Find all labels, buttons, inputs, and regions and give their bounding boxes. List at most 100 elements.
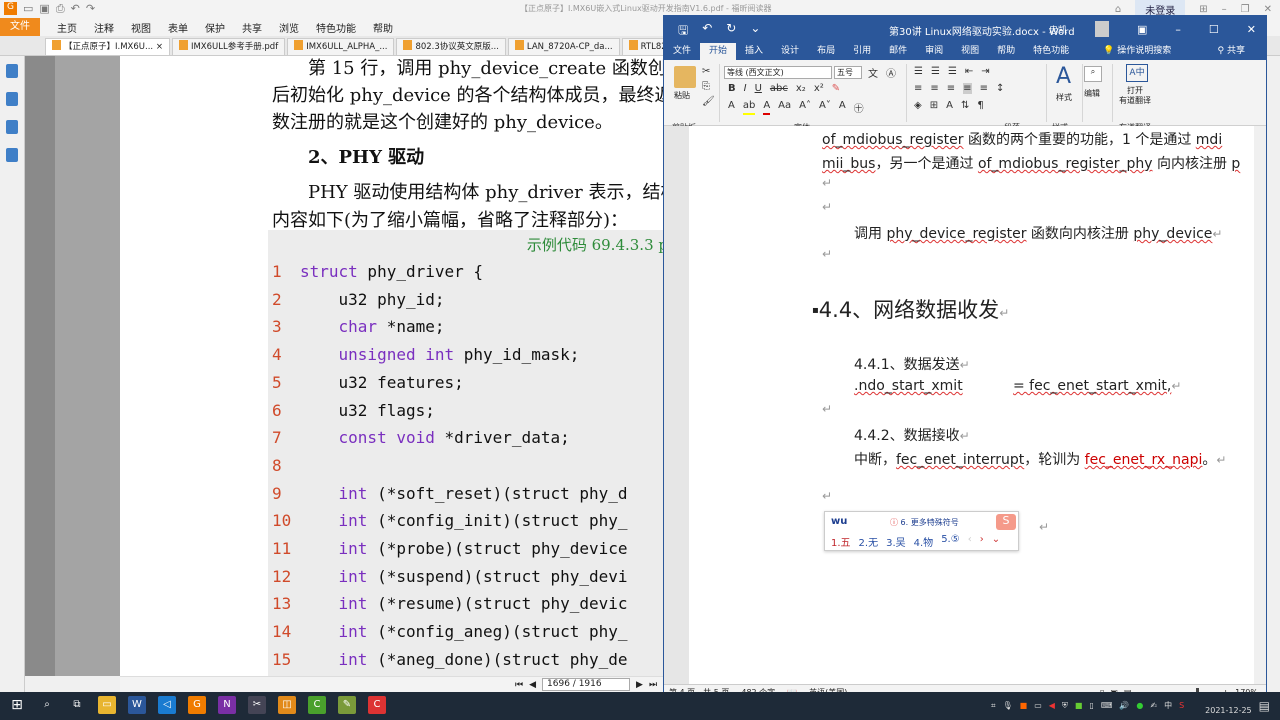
- ime-candidate[interactable]: 3.吴: [886, 534, 906, 549]
- vscode-icon[interactable]: ◁: [158, 696, 176, 714]
- word-page[interactable]: of_mdiobus_register 函数的两个重要的功能，1 个是通过 md…: [689, 126, 1254, 684]
- paste-icon[interactable]: [674, 66, 696, 88]
- snipping-tool-icon[interactable]: ✂: [248, 696, 266, 714]
- onenote-icon[interactable]: N: [218, 696, 236, 714]
- tab-references[interactable]: 引用: [844, 43, 880, 60]
- subscript-button[interactable]: x₂: [796, 83, 806, 94]
- tray-icon[interactable]: ◀: [1049, 701, 1055, 710]
- menu-protect[interactable]: 保护: [205, 20, 225, 35]
- menu-features[interactable]: 特色功能: [316, 20, 356, 35]
- tab-help[interactable]: 帮助: [988, 43, 1024, 60]
- ribbon-display-icon[interactable]: ▣: [1137, 23, 1147, 36]
- share-button[interactable]: ⚲ 共享: [1209, 43, 1254, 60]
- find-icon[interactable]: ⌕: [1084, 66, 1102, 82]
- tab-view[interactable]: 视图: [952, 43, 988, 60]
- justify-icon[interactable]: ≡: [963, 83, 972, 94]
- windows-start-icon[interactable]: ⊞: [8, 696, 26, 714]
- tab-mailings[interactable]: 邮件: [880, 43, 916, 60]
- center-icon[interactable]: ≡: [930, 83, 938, 94]
- menu-view[interactable]: 视图: [131, 20, 151, 35]
- pdf-tab[interactable]: 【正点原子】I.MX6U... ×: [45, 38, 170, 55]
- show-marks-icon[interactable]: ¶: [977, 100, 983, 111]
- restore-button[interactable]: ❐: [1241, 4, 1250, 15]
- minimize-button[interactable]: –: [1175, 23, 1181, 36]
- menu-help[interactable]: 帮助: [373, 20, 393, 35]
- task-view-icon[interactable]: ⧉: [68, 696, 86, 714]
- ime-candidate[interactable]: 4.物: [914, 534, 934, 549]
- styles-button[interactable]: 样式: [1056, 92, 1072, 103]
- maximize-button[interactable]: ☐: [1209, 23, 1219, 36]
- styles-icon[interactable]: A: [1056, 64, 1071, 89]
- change-case-icon[interactable]: Aa: [778, 100, 791, 115]
- vertical-scrollbar[interactable]: [1254, 126, 1266, 684]
- last-page-button[interactable]: ⏭: [649, 680, 657, 690]
- tell-me-search[interactable]: 💡 操作说明搜索: [1094, 43, 1180, 60]
- undo-icon[interactable]: ↶: [71, 2, 80, 16]
- wifi-icon[interactable]: ⌨: [1101, 701, 1113, 710]
- shrink-font-icon[interactable]: A˅: [819, 100, 831, 115]
- prev-page-button[interactable]: ◀: [529, 680, 536, 690]
- search-icon[interactable]: ⌕: [38, 696, 56, 714]
- virtualbox-icon[interactable]: ◫: [278, 696, 296, 714]
- layout-icon[interactable]: ⊞: [1199, 4, 1207, 15]
- battery-icon[interactable]: ▯: [1089, 701, 1093, 710]
- menu-browse[interactable]: 浏览: [279, 20, 299, 35]
- tab-review[interactable]: 审阅: [916, 43, 952, 60]
- phonetic-icon[interactable]: 文: [868, 65, 878, 80]
- tab-design[interactable]: 设计: [772, 43, 808, 60]
- pen-icon[interactable]: ✍: [1150, 701, 1157, 710]
- tab-insert[interactable]: 插入: [736, 43, 772, 60]
- redo-icon[interactable]: ↻: [726, 21, 736, 42]
- menu-share[interactable]: 共享: [242, 20, 262, 35]
- sort-icon[interactable]: ⇅: [961, 100, 969, 111]
- layers-icon[interactable]: [6, 120, 18, 134]
- close-tab-icon[interactable]: ×: [156, 42, 163, 52]
- close-button[interactable]: ✕: [1247, 23, 1256, 36]
- pdf-tab[interactable]: IMX6ULL_ALPHA_...: [287, 38, 395, 55]
- undo-icon[interactable]: ↶: [702, 21, 712, 42]
- format-painter-icon[interactable]: 🖌: [702, 96, 715, 107]
- network-icon[interactable]: ▭: [1034, 701, 1042, 710]
- text-effect-icon[interactable]: A: [728, 100, 735, 115]
- bold-button[interactable]: B: [728, 83, 736, 94]
- pdf-tab[interactable]: IMX6ULL参考手册.pdf: [171, 38, 286, 55]
- skin-icon[interactable]: ⌂: [1115, 4, 1121, 15]
- user-name[interactable]: 忠凯: [1049, 23, 1067, 36]
- minimize-button[interactable]: –: [1222, 4, 1227, 15]
- bookmark-icon[interactable]: [6, 64, 18, 78]
- foxit-reader-icon[interactable]: G: [188, 696, 206, 714]
- paste-button[interactable]: 粘贴: [674, 90, 690, 101]
- distributed-icon[interactable]: ≡: [980, 83, 988, 94]
- comments-icon[interactable]: [6, 148, 18, 162]
- copy-icon[interactable]: ⎘: [702, 81, 715, 92]
- file-explorer-icon[interactable]: ▭: [98, 696, 116, 714]
- file-menu[interactable]: 文件: [0, 18, 40, 36]
- translate-button[interactable]: 打开 有道翻译: [1119, 86, 1151, 106]
- cut-icon[interactable]: ✂: [702, 66, 715, 77]
- print-icon[interactable]: ⎙: [56, 2, 65, 16]
- menu-home[interactable]: 主页: [57, 20, 77, 35]
- save-icon[interactable]: 🖫: [678, 21, 688, 42]
- usb-icon[interactable]: 🎙: [1002, 701, 1012, 710]
- camtasia-icon[interactable]: C: [308, 696, 326, 714]
- underline-button[interactable]: U: [755, 83, 762, 94]
- next-page-icon[interactable]: ›: [980, 534, 984, 549]
- bullets-icon[interactable]: ☰: [914, 66, 923, 77]
- tab-file[interactable]: 文件: [664, 43, 700, 60]
- next-page-button[interactable]: ▶: [636, 680, 643, 690]
- pdf-tab[interactable]: LAN_8720A-CP_da...: [507, 38, 620, 55]
- save-icon[interactable]: ▣: [39, 2, 49, 16]
- ime-language[interactable]: 中: [1164, 700, 1172, 711]
- redo-icon[interactable]: ↷: [86, 2, 95, 16]
- font-size-select[interactable]: 五号: [834, 66, 862, 79]
- sogou-icon[interactable]: S: [1179, 701, 1184, 710]
- align-right-icon[interactable]: ≡: [947, 83, 955, 94]
- prev-page-icon[interactable]: ‹: [968, 534, 972, 549]
- ime-candidate[interactable]: 2.无: [859, 534, 879, 549]
- highlight-icon[interactable]: ab: [742, 100, 756, 115]
- menu-comment[interactable]: 注释: [94, 20, 114, 35]
- close-button[interactable]: ✕: [1264, 4, 1272, 15]
- tab-home[interactable]: 开始: [700, 43, 737, 60]
- clock-date[interactable]: 2021-12-25: [1205, 706, 1252, 715]
- pdf-tab[interactable]: 802.3协议英文原版...: [396, 38, 506, 55]
